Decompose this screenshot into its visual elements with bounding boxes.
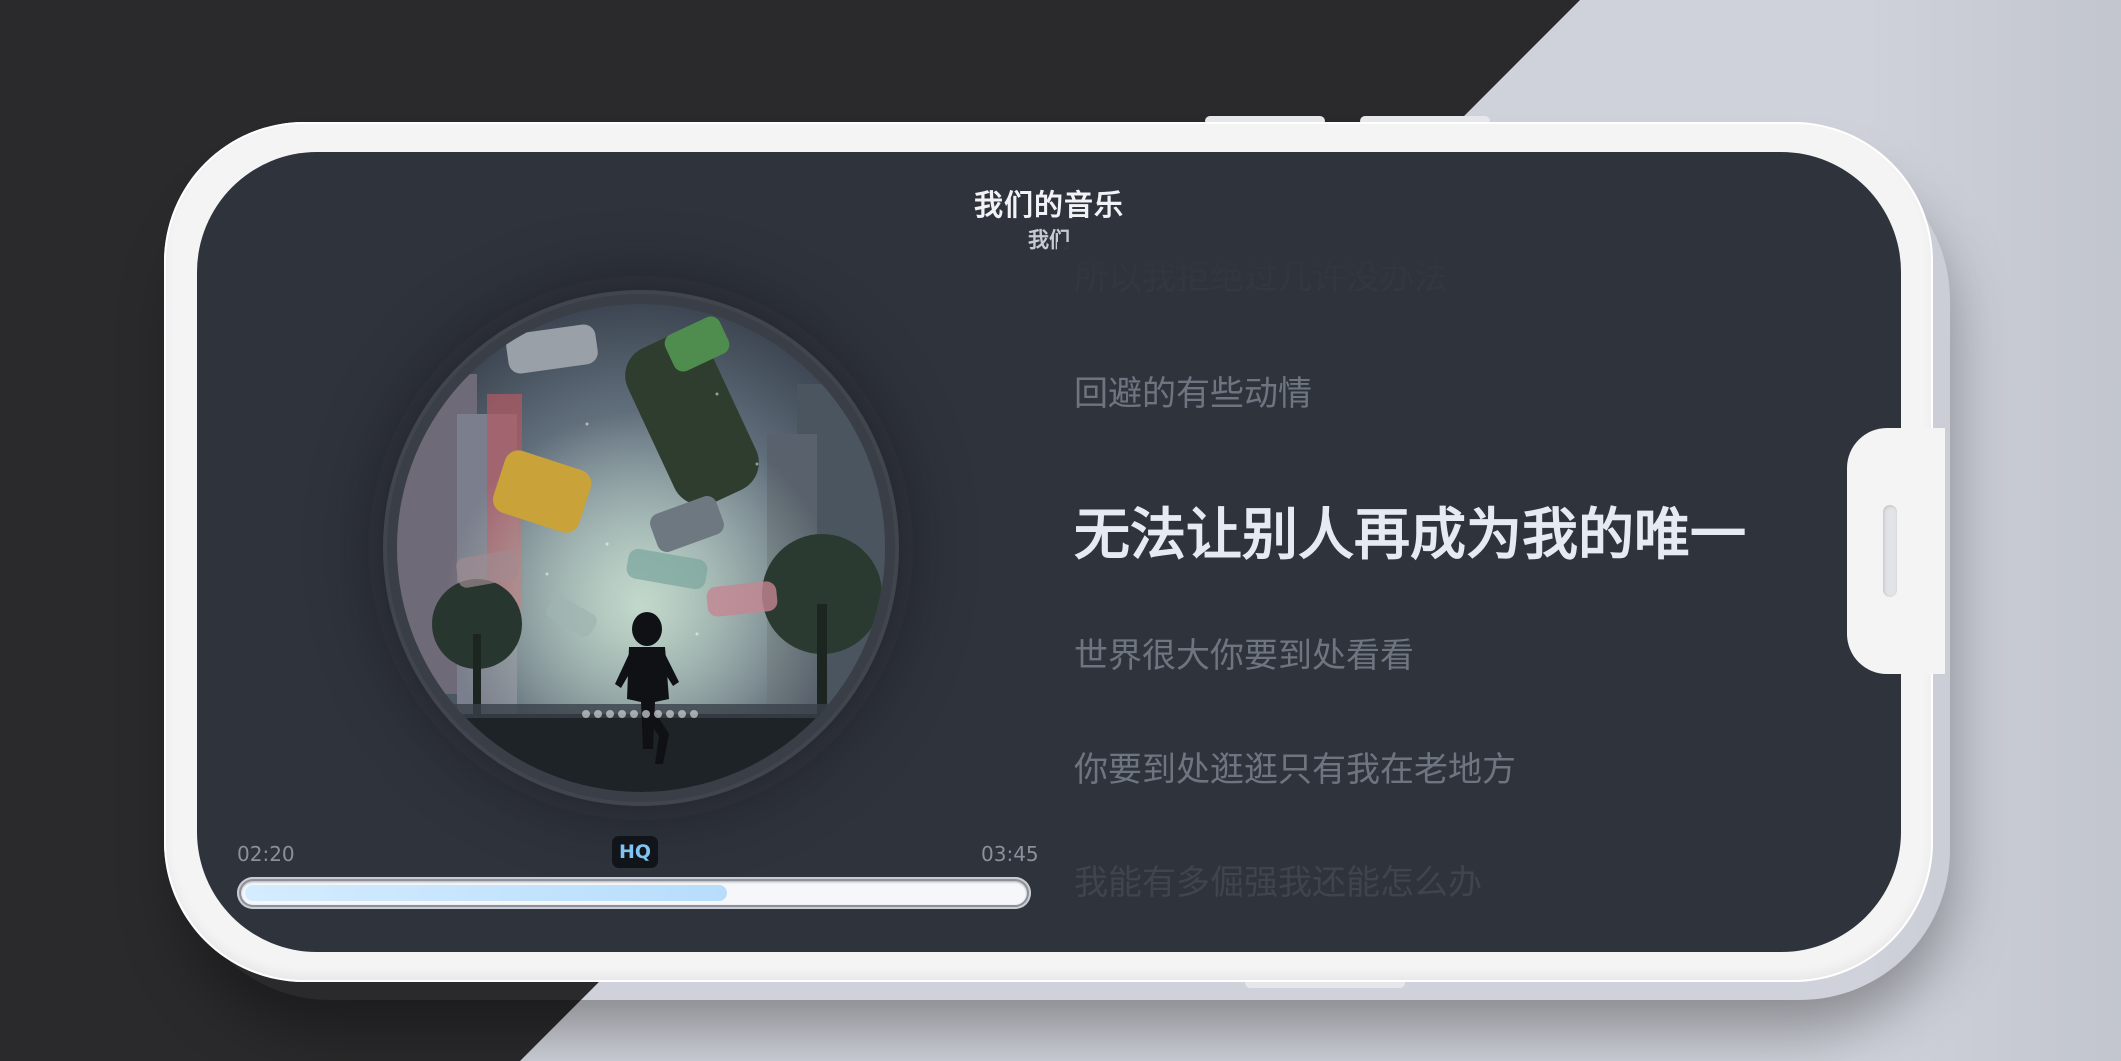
song-title: 我们的音乐: [973, 188, 1124, 222]
progress-bar[interactable]: [237, 877, 1031, 909]
phone-speaker-grille: [1883, 505, 1897, 597]
lyric-line[interactable]: 世界很大你要到处看看: [1074, 628, 1414, 677]
song-artist: 我们: [1028, 228, 1070, 252]
hq-quality-badge[interactable]: HQ: [612, 836, 658, 868]
album-cover-art: [397, 304, 885, 792]
lyric-line-current[interactable]: 无法让别人再成为我的唯一: [1074, 490, 1746, 571]
lyric-line[interactable]: 你要到处逛逛只有我在老地方: [1074, 742, 1516, 791]
elapsed-time: 02:20: [237, 842, 295, 866]
album-disc[interactable]: [383, 290, 899, 806]
total-duration: 03:45: [981, 842, 1039, 866]
lyric-line[interactable]: 所以我拒绝过几许没办法: [1074, 250, 1448, 299]
lyric-line[interactable]: 回避的有些动情: [1074, 366, 1312, 415]
progress-fill: [245, 885, 727, 901]
player-screen: 我们的音乐 我们 02:20 HQ 03:45 所以我拒绝过几许没办法 回避的有…: [197, 152, 1901, 952]
lyric-line[interactable]: 我能有多倔强我还能怎么办: [1074, 855, 1482, 904]
cover-art-illustration: [397, 304, 885, 792]
